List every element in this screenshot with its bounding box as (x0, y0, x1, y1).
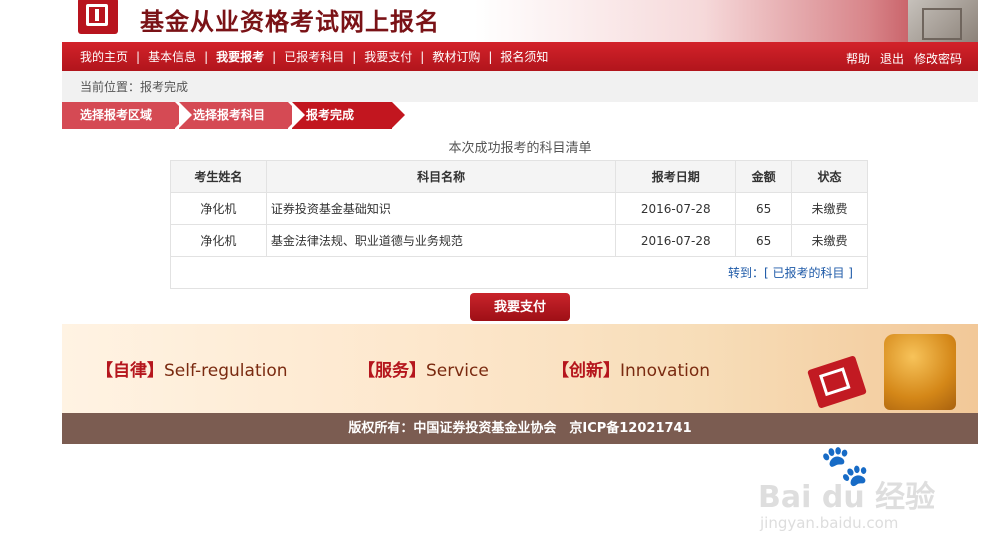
column-header-name: 考生姓名 (170, 160, 267, 193)
motto-cn: 【创新】 (552, 361, 620, 381)
nav-separator: | (204, 49, 209, 64)
cell-amount: 65 (735, 224, 793, 257)
table-row: 净化机 证券投资基金基础知识 2016-07-28 65 未缴费 (170, 192, 868, 225)
table-footer-cell: 转到：[ 已报考的科目 ] (170, 256, 868, 289)
red-seal-logo-icon (807, 355, 867, 409)
cell-amount: 65 (735, 192, 793, 225)
cell-subject: 基金法律法规、职业道德与业务规范 (265, 224, 617, 257)
seal-stone-image (884, 334, 956, 410)
step-label: 选择报考科目 (193, 108, 266, 122)
pay-button[interactable]: 我要支付 (470, 293, 570, 321)
column-header-date: 报考日期 (615, 160, 737, 193)
motto-banner: 【自律】Self-regulation 【服务】Service 【创新】Inno… (62, 324, 978, 413)
site-title: 基金从业资格考试网上报名 (140, 7, 440, 36)
nav-right-menu: 帮助 退出 修改密码 (836, 42, 962, 71)
cell-name: 净化机 (170, 224, 267, 257)
table-footer-row: 转到：[ 已报考的科目 ] (170, 256, 868, 289)
column-header-status: 状态 (791, 160, 868, 193)
motto-innovation: 【创新】Innovation (552, 356, 710, 381)
help-link[interactable]: 帮助 (846, 50, 870, 67)
nav-item-register-exam[interactable]: 我要报考 (216, 48, 264, 65)
table-header-row: 考生姓名 科目名称 报考日期 金额 状态 (170, 160, 868, 193)
baidu-watermark: 🐾 Bai du 经验 jingyan.baidu.com (758, 442, 938, 542)
cell-status: 未缴费 (791, 192, 868, 225)
site-header: 基金从业资格考试网上报名 (62, 0, 978, 42)
motto-en: Self-regulation (164, 361, 288, 381)
watermark-url: jingyan.baidu.com (760, 514, 899, 532)
nav-separator: | (352, 49, 357, 64)
association-logo-icon (78, 0, 118, 34)
nav-item-payment[interactable]: 我要支付 (364, 48, 412, 65)
step-arrow-icon (392, 102, 405, 128)
cell-date: 2016-07-28 (615, 192, 737, 225)
breadcrumb: 当前位置：报考完成 (62, 71, 978, 102)
cell-status: 未缴费 (791, 224, 868, 257)
step-select-subjects: 选择报考科目 (179, 102, 301, 129)
step-label: 选择报考区域 (80, 108, 153, 122)
nav-item-textbook-order[interactable]: 教材订购 (432, 48, 480, 65)
logout-link[interactable]: 退出 (880, 50, 904, 67)
nav-separator: | (136, 49, 141, 64)
motto-cn: 【服务】 (358, 361, 426, 381)
goto-label: 转到： (727, 266, 764, 280)
copyright-footer: 版权所有：中国证券投资基金业协会 京ICP备12021741 (62, 413, 978, 444)
watermark-logo-text: Bai du 经验 (758, 480, 936, 515)
step-registration-complete: 报考完成 (292, 102, 405, 129)
motto-en: Innovation (620, 361, 711, 381)
motto-cn: 【自律】 (96, 361, 164, 381)
header-seal-image (908, 0, 978, 42)
nav-separator: | (488, 49, 493, 64)
cell-subject: 证券投资基金基础知识 (265, 192, 617, 225)
registered-subjects-table: 考生姓名 科目名称 报考日期 金额 状态 净化机 证券投资基金基础知识 2016… (170, 160, 868, 289)
registered-subjects-link[interactable]: [ 已报考的科目 ] (764, 266, 853, 280)
table-row: 净化机 基金法律法规、职业道德与业务规范 2016-07-28 65 未缴费 (170, 224, 868, 257)
nav-separator: | (272, 49, 277, 64)
nav-item-basic-info[interactable]: 基本信息 (148, 48, 196, 65)
subject-list-title: 本次成功报考的科目清单 (448, 141, 592, 156)
change-password-link[interactable]: 修改密码 (914, 50, 962, 67)
page-wrapper: 基金从业资格考试网上报名 我的主页 | 基本信息 | 我要报考 | 已报考科目 … (62, 0, 978, 444)
motto-self-regulation: 【自律】Self-regulation (96, 356, 288, 381)
motto-service: 【服务】Service (358, 356, 489, 381)
nav-item-registered-subjects[interactable]: 已报考科目 (284, 48, 344, 65)
step-label: 报考完成 (306, 108, 355, 122)
nav-left-menu: 我的主页 | 基本信息 | 我要报考 | 已报考科目 | 我要支付 | 教材订购… (62, 42, 548, 71)
nav-separator: | (420, 49, 425, 64)
cell-date: 2016-07-28 (615, 224, 737, 257)
step-select-region: 选择报考区域 (62, 102, 188, 129)
column-header-amount: 金额 (735, 160, 793, 193)
cell-name: 净化机 (170, 192, 267, 225)
motto-en: Service (426, 361, 489, 381)
column-header-subject: 科目名称 (265, 160, 617, 193)
main-nav: 我的主页 | 基本信息 | 我要报考 | 已报考科目 | 我要支付 | 教材订购… (62, 42, 978, 71)
progress-steps: 选择报考区域 选择报考科目 报考完成 (62, 102, 978, 129)
nav-item-registration-notice[interactable]: 报名须知 (500, 48, 548, 65)
nav-item-home[interactable]: 我的主页 (80, 48, 128, 65)
